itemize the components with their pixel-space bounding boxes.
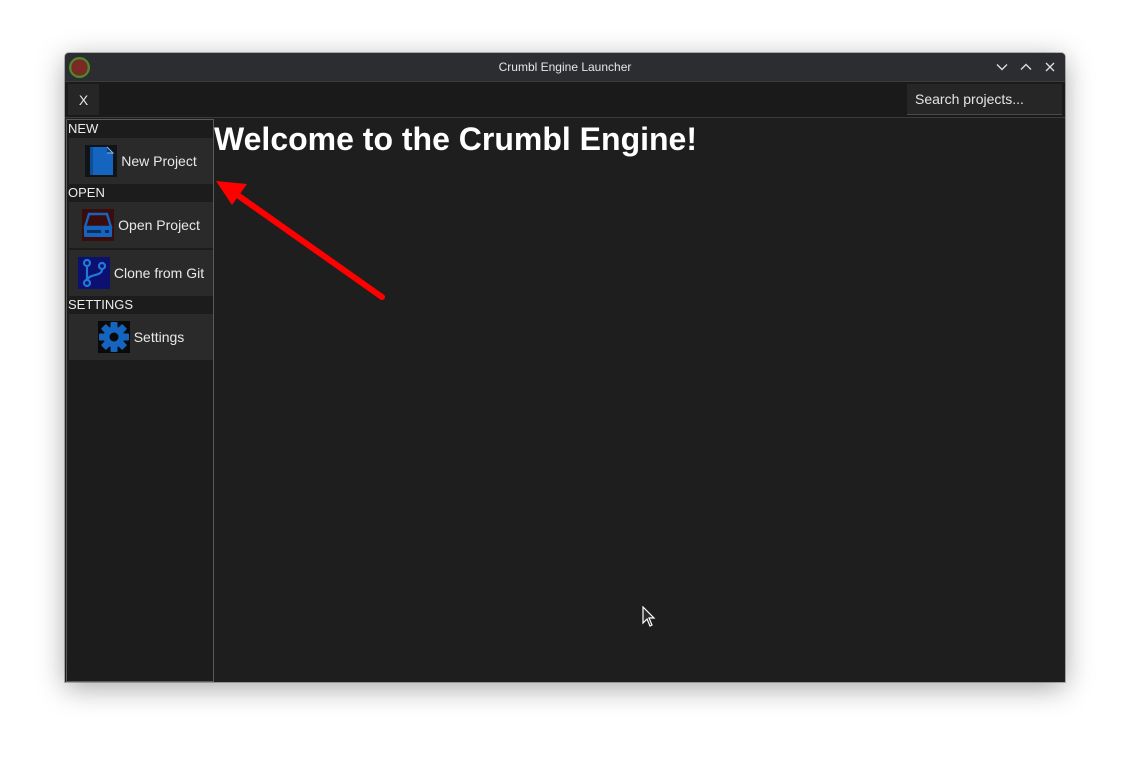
search-input[interactable] [907,84,1062,115]
new-project-button[interactable]: New Project [69,138,213,184]
clone-from-git-label: Clone from Git [113,265,205,281]
main-content: Welcome to the Crumbl Engine! [214,119,1065,682]
launcher-window: Crumbl Engine Launcher X NEW [65,53,1065,682]
mouse-cursor-icon [642,606,656,627]
section-label-new: NEW [68,121,99,136]
close-tab-button[interactable]: X [68,84,99,115]
section-label-settings: SETTINGS [68,297,134,312]
title-bar[interactable]: Crumbl Engine Launcher [65,53,1065,82]
open-project-label: Open Project [118,217,200,233]
window-title: Crumbl Engine Launcher [498,60,632,74]
clone-from-git-button[interactable]: Clone from Git [69,250,213,296]
toolbar: X [65,82,1065,118]
chevron-up-icon[interactable] [1017,58,1035,76]
sidebar: NEW New Project OPEN Open Project Clone … [66,119,214,682]
new-file-icon [85,145,118,177]
new-project-label: New Project [121,153,197,169]
settings-button[interactable]: Settings [69,314,213,360]
chevron-down-icon[interactable] [993,58,1011,76]
git-branch-icon [77,257,110,289]
settings-label: Settings [133,329,185,345]
open-drive-icon [82,209,115,241]
close-icon[interactable] [1041,58,1059,76]
gear-icon [97,321,130,353]
section-label-open: OPEN [68,185,105,200]
open-project-button[interactable]: Open Project [69,202,213,248]
welcome-heading: Welcome to the Crumbl Engine! [214,121,697,157]
